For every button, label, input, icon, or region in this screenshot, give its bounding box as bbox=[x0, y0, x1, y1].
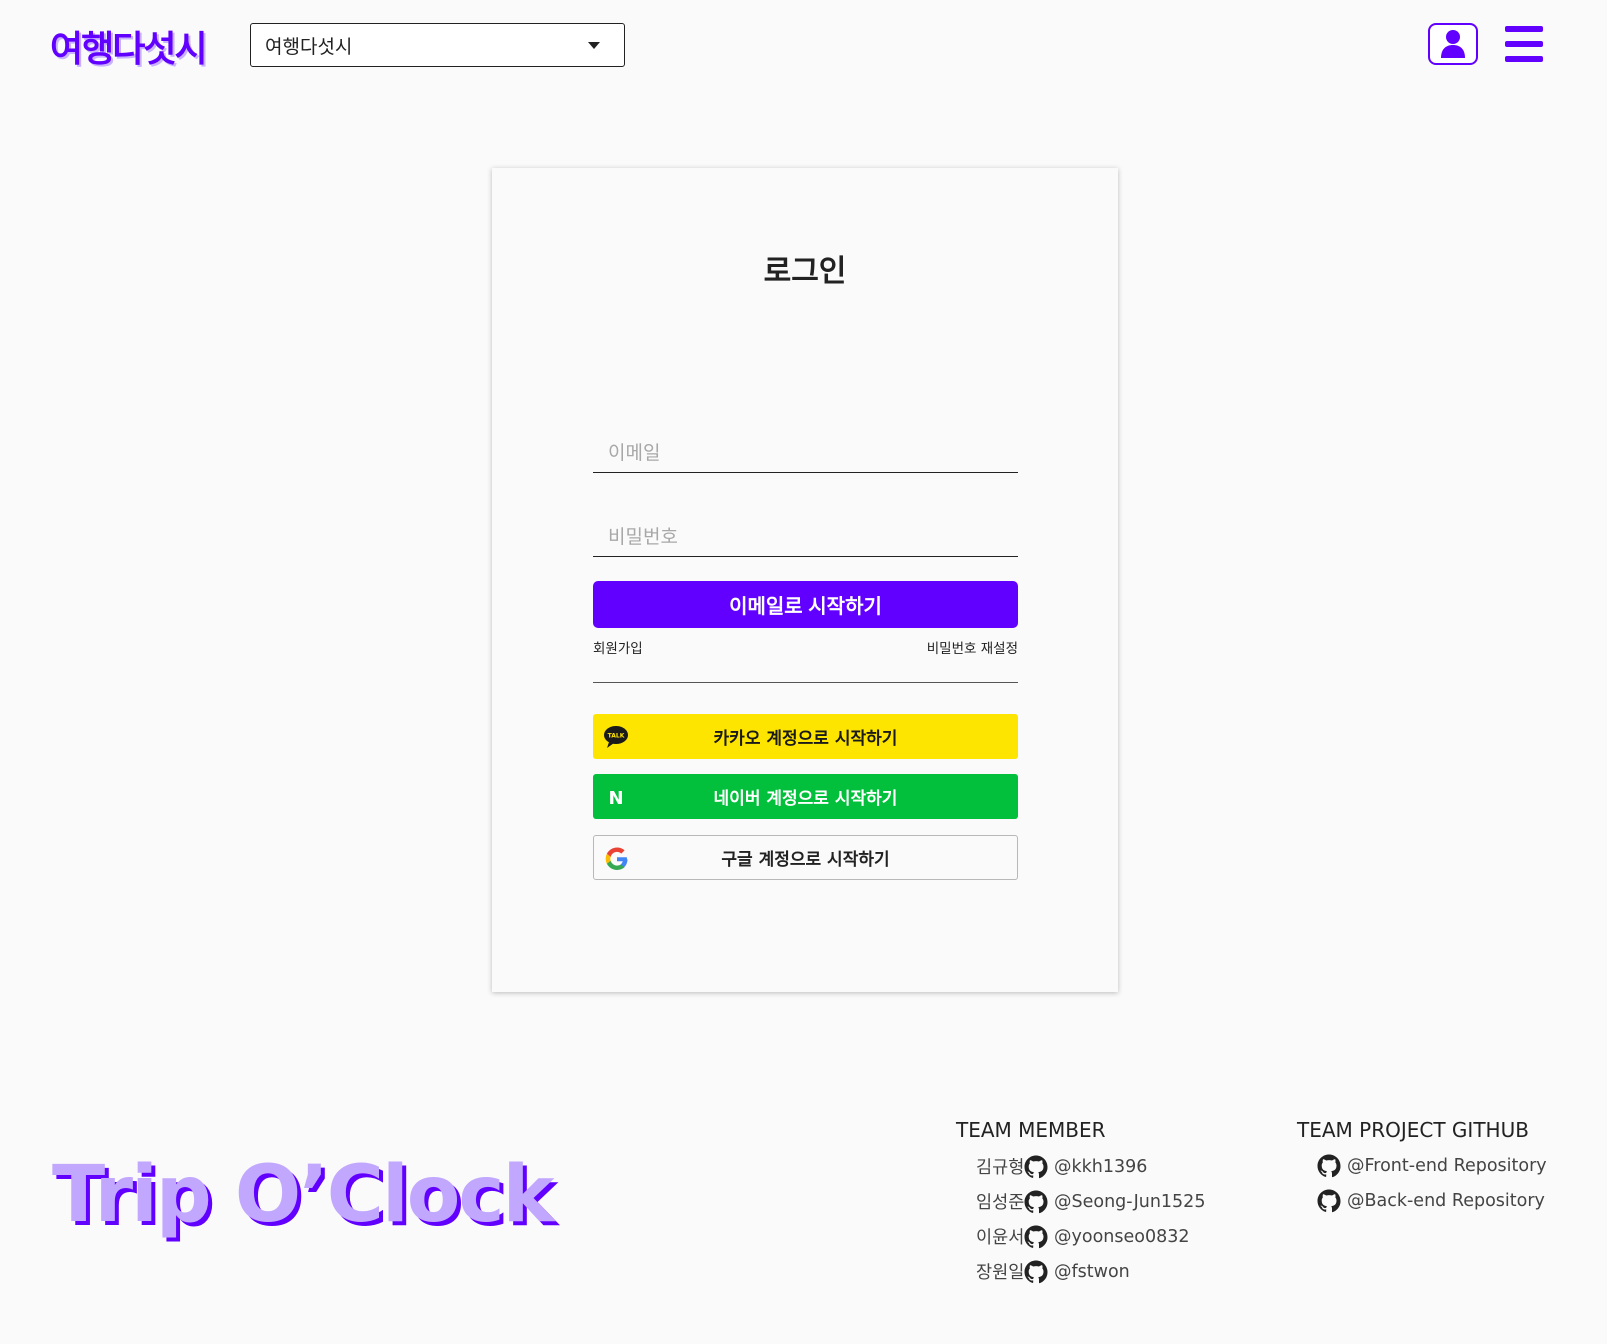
naver-login-label: 네이버 계정으로 시작하기 bbox=[713, 789, 898, 809]
repo-link[interactable]: @Back-end Repository bbox=[1317, 1189, 1545, 1213]
github-icon bbox=[1024, 1155, 1048, 1179]
member-name: 임성준 bbox=[976, 1193, 1025, 1213]
google-login-button[interactable]: 구글 계정으로 시작하기 bbox=[593, 835, 1018, 880]
repo-link[interactable]: @Front-end Repository bbox=[1317, 1154, 1547, 1178]
member-github-handle[interactable]: @fstwon bbox=[1054, 1262, 1130, 1282]
header: 여행다섯시 여행다섯시 bbox=[0, 0, 1607, 90]
member-row[interactable]: 장원일 @fstwon bbox=[976, 1259, 1130, 1284]
member-name: 장원일 bbox=[976, 1263, 1025, 1283]
footer-logo: Trip O’Clock bbox=[52, 1150, 554, 1240]
team-member-heading: TEAM MEMBER bbox=[956, 1118, 1106, 1142]
email-input[interactable] bbox=[593, 433, 1018, 472]
site-select-value: 여행다섯시 bbox=[265, 35, 353, 58]
member-name: 김규형 bbox=[976, 1158, 1025, 1178]
naver-icon-text: N bbox=[608, 788, 623, 808]
kakao-login-label: 카카오 계정으로 시작하기 bbox=[713, 729, 898, 749]
kakao-login-button[interactable]: TALK 카카오 계정으로 시작하기 bbox=[593, 714, 1018, 759]
site-select[interactable]: 여행다섯시 bbox=[250, 23, 625, 67]
google-login-label: 구글 계정으로 시작하기 bbox=[721, 850, 890, 870]
login-title: 로그인 bbox=[763, 254, 847, 289]
member-github-handle[interactable]: @kkh1396 bbox=[1054, 1157, 1147, 1177]
hamburger-menu-icon[interactable] bbox=[1505, 26, 1543, 62]
github-icon bbox=[1317, 1189, 1341, 1213]
kakao-talk-icon-text: TALK bbox=[608, 733, 625, 740]
github-icon bbox=[1024, 1225, 1048, 1249]
naver-icon: N bbox=[603, 784, 629, 810]
team-github-heading: TEAM PROJECT GITHUB bbox=[1297, 1118, 1529, 1142]
signup-link[interactable]: 회원가입 bbox=[593, 637, 643, 657]
password-field[interactable] bbox=[593, 517, 1018, 557]
divider bbox=[593, 682, 1018, 683]
team-member-section: TEAM MEMBER bbox=[956, 1118, 1106, 1142]
member-github-handle[interactable]: @Seong-Jun1525 bbox=[1054, 1192, 1205, 1212]
member-name: 이윤서 bbox=[976, 1228, 1025, 1248]
naver-login-button[interactable]: N 네이버 계정으로 시작하기 bbox=[593, 774, 1018, 819]
github-icon bbox=[1024, 1190, 1048, 1214]
login-card: 로그인 이메일로 시작하기 회원가입 비밀번호 재설정 TALK 카카오 계정으… bbox=[492, 168, 1118, 992]
github-icon bbox=[1317, 1154, 1341, 1178]
member-row[interactable]: 김규형 @kkh1396 bbox=[976, 1154, 1147, 1179]
back-end-repo-label[interactable]: @Back-end Repository bbox=[1347, 1191, 1545, 1211]
user-icon bbox=[1441, 30, 1465, 58]
member-github-handle[interactable]: @yoonseo0832 bbox=[1054, 1227, 1190, 1247]
user-button[interactable] bbox=[1428, 23, 1478, 65]
email-field[interactable] bbox=[593, 433, 1018, 473]
team-github-section: TEAM PROJECT GITHUB bbox=[1297, 1118, 1529, 1142]
caret-down-icon bbox=[588, 42, 600, 49]
email-login-button[interactable]: 이메일로 시작하기 bbox=[593, 581, 1018, 628]
google-icon bbox=[604, 846, 630, 872]
member-row[interactable]: 이윤서 @yoonseo0832 bbox=[976, 1224, 1190, 1249]
github-icon bbox=[1024, 1260, 1048, 1284]
password-input[interactable] bbox=[593, 517, 1018, 556]
password-reset-link[interactable]: 비밀번호 재설정 bbox=[927, 637, 1018, 657]
site-logo[interactable]: 여행다섯시 bbox=[50, 20, 208, 72]
kakao-talk-icon: TALK bbox=[603, 724, 629, 750]
member-row[interactable]: 임성준 @Seong-Jun1525 bbox=[976, 1189, 1205, 1214]
front-end-repo-label[interactable]: @Front-end Repository bbox=[1347, 1156, 1547, 1176]
